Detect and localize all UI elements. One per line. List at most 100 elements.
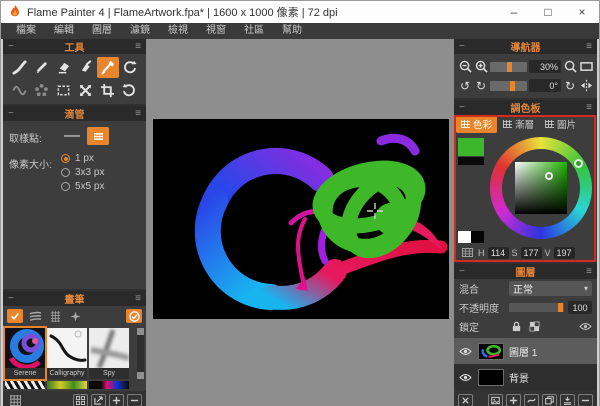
add-vector-layer-button[interactable] (524, 394, 539, 406)
brush-import-button[interactable] (91, 394, 106, 406)
close-button[interactable]: × (565, 1, 599, 23)
brush-grid-view-button[interactable] (7, 394, 23, 406)
collapse-icon[interactable]: − (8, 108, 18, 119)
brush-thumbnail-partial[interactable] (47, 381, 87, 389)
crop-tool-button[interactable] (97, 80, 119, 101)
rotate-ccw-button[interactable]: ↺ (458, 79, 472, 93)
palette-grid-button[interactable] (459, 246, 475, 260)
sv-marker[interactable] (545, 172, 553, 180)
collapse-icon[interactable]: − (8, 41, 18, 52)
merge-down-button[interactable] (560, 394, 575, 406)
menu-view[interactable]: 檢視 (159, 23, 197, 39)
remove-layer-button[interactable] (578, 394, 593, 406)
black-swatch[interactable] (471, 231, 484, 243)
select-tool-button[interactable] (52, 80, 74, 101)
add-layer-button[interactable] (506, 394, 521, 406)
panel-menu-icon[interactable]: ≡ (131, 108, 141, 119)
menu-file[interactable]: 檔案 (7, 23, 45, 39)
lock-button[interactable] (509, 321, 523, 332)
fit-screen-button[interactable] (579, 60, 593, 74)
secondary-color-swatch[interactable] (458, 157, 484, 165)
canvas[interactable] (153, 119, 449, 319)
sample-current-layer-button[interactable]: — (61, 127, 83, 145)
pixel-size-option-1px[interactable]: 1 px (61, 153, 104, 164)
duplicate-layer-button[interactable] (542, 394, 557, 406)
brush-thumbnail-partial[interactable] (5, 381, 45, 389)
pixel-size-option-5x5[interactable]: 5x5 px (61, 181, 104, 192)
tab-color[interactable]: 色彩 (456, 115, 497, 133)
brush-item-calligraphy[interactable]: Calligraphy (47, 328, 87, 379)
brush-tool-button[interactable] (8, 57, 30, 78)
brush-list-scrollbar[interactable] (137, 328, 144, 379)
smooth-stroke-tool-button[interactable] (8, 80, 30, 101)
pixel-size-option-3x3[interactable]: 3x3 px (61, 167, 104, 178)
brush-favorites-filter-button[interactable] (7, 309, 23, 323)
brush-sparkle-filter-button[interactable] (67, 309, 83, 323)
brush-remove-button[interactable] (127, 394, 142, 406)
white-swatch[interactable] (458, 231, 471, 243)
saturation-value[interactable]: 177 (521, 247, 542, 259)
brush-add-button[interactable] (109, 394, 124, 406)
undo-button[interactable] (119, 57, 141, 78)
opacity-slider-handle[interactable] (558, 303, 563, 312)
panel-menu-icon[interactable]: ≡ (582, 102, 592, 113)
panel-menu-icon[interactable]: ≡ (131, 293, 141, 304)
rotate-cw-button[interactable]: ↻ (474, 79, 488, 93)
menu-layer[interactable]: 圖層 (83, 23, 121, 39)
move-tool-button[interactable] (74, 80, 96, 101)
panel-menu-icon[interactable]: ≡ (131, 41, 141, 52)
current-color-swatch[interactable] (458, 138, 484, 156)
layer-visibility-button[interactable] (458, 347, 473, 356)
panel-menu-icon[interactable]: ≡ (582, 41, 592, 52)
brush-edit-button[interactable] (126, 309, 142, 323)
maximize-button[interactable]: □ (531, 1, 565, 23)
hue-wheel[interactable] (490, 137, 592, 239)
collapse-icon[interactable]: − (459, 266, 469, 277)
collapse-icon[interactable]: − (459, 41, 469, 52)
pencil-tool-button[interactable] (30, 57, 52, 78)
menu-filter[interactable]: 濾鏡 (121, 23, 159, 39)
layer-row-background[interactable]: 背景 (454, 364, 597, 390)
delete-layer-button[interactable] (458, 394, 473, 406)
panel-menu-icon[interactable]: ≡ (582, 266, 592, 277)
redo-button[interactable] (119, 80, 141, 101)
flip-horizontal-button[interactable] (579, 79, 593, 93)
lock-transparency-button[interactable] (527, 321, 541, 332)
sample-all-layers-button[interactable] (87, 127, 109, 145)
tab-image[interactable]: 圖片 (540, 115, 581, 133)
brush-item-serene[interactable]: Serene (5, 328, 45, 379)
collapse-icon[interactable]: − (8, 293, 18, 304)
brush-text-filter-button[interactable] (47, 309, 63, 323)
tab-gradient[interactable]: 漸層 (498, 115, 539, 133)
saturation-value-box[interactable] (515, 162, 567, 214)
menu-community[interactable]: 社區 (235, 23, 273, 39)
zoom-in-button[interactable] (474, 60, 488, 74)
blur-tool-button[interactable] (30, 80, 52, 101)
brush-item-spy[interactable]: Spy (89, 328, 129, 379)
layer-row-layer1[interactable]: 圖層 1 (454, 338, 597, 364)
rotate-reset-button[interactable]: ↻ (563, 79, 577, 93)
brush-strokes-filter-button[interactable] (27, 309, 43, 323)
zoom-slider[interactable] (490, 62, 527, 72)
collapse-icon[interactable]: − (459, 102, 469, 113)
minimize-button[interactable]: – (497, 1, 531, 23)
opacity-slider[interactable] (509, 303, 564, 312)
blend-mode-select[interactable]: 正常 ▾ (509, 281, 592, 296)
brush-thumbnail-size-button[interactable] (73, 394, 88, 406)
eraser-tool-button[interactable] (52, 57, 74, 78)
zoom-slider-handle[interactable] (507, 62, 512, 72)
hue-marker[interactable] (574, 159, 583, 168)
layer-visibility-button[interactable] (458, 373, 473, 382)
hue-value[interactable]: 114 (488, 247, 509, 259)
menu-help[interactable]: 幫助 (273, 23, 311, 39)
zoom-out-button[interactable] (458, 60, 472, 74)
opacity-value[interactable]: 100 (568, 301, 592, 314)
value-value[interactable]: 197 (554, 247, 575, 259)
marker-tool-button[interactable] (74, 57, 96, 78)
rotation-slider[interactable] (490, 81, 527, 91)
import-image-layer-button[interactable] (488, 394, 503, 406)
rotation-slider-handle[interactable] (510, 81, 515, 91)
toggle-all-visibility-button[interactable] (579, 322, 592, 331)
menu-edit[interactable]: 編輯 (45, 23, 83, 39)
brush-thumbnail-partial[interactable] (89, 381, 129, 389)
